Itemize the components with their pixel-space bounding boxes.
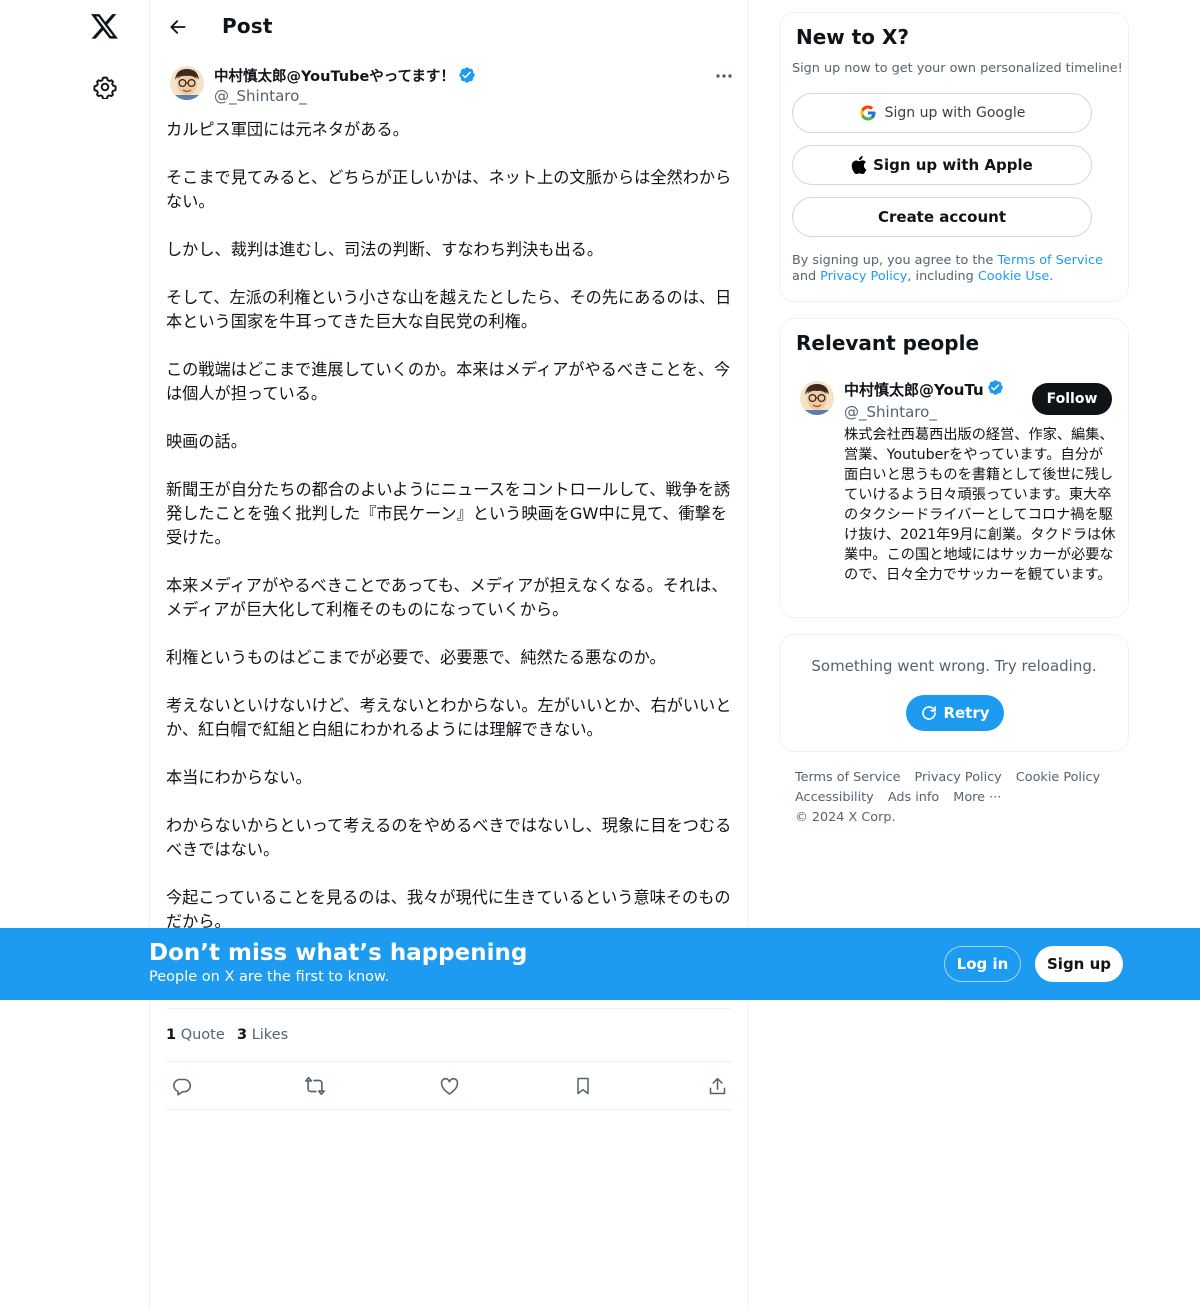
bookmark-icon[interactable] bbox=[571, 1074, 595, 1098]
person-name-text: 中村慎太郎@YouTube bbox=[844, 381, 985, 399]
signup-google-button[interactable]: Sign up with Google bbox=[792, 93, 1092, 133]
top-bar: Post bbox=[150, 0, 748, 54]
post-paragraph: 考えないといけないけど、考えないとわからない。左がいいとか、右がいいとか、紅白帽… bbox=[166, 696, 732, 739]
post-paragraph: 本当にわからない。 bbox=[166, 768, 312, 787]
post-paragraph: この戦端はどこまで進展していくのか。本来はメディアがやるべきことを、今は個人が担… bbox=[166, 360, 731, 403]
banner-subtitle: People on X are the first to know. bbox=[149, 969, 390, 985]
reply-icon[interactable] bbox=[169, 1074, 193, 1098]
post-paragraph: 今起こっていることを見るのは、我々が現代に生きているという意味そのものだから。 bbox=[166, 888, 731, 928]
login-button[interactable]: Log in bbox=[944, 946, 1021, 982]
create-account-button[interactable]: Create account bbox=[792, 197, 1092, 237]
footer-link-more[interactable]: More ··· bbox=[953, 788, 1001, 808]
footer-link-privacy[interactable]: Privacy Policy bbox=[915, 768, 1002, 788]
relevant-people-card: Relevant people 中村慎太郎@YouTube @_Shintaro… bbox=[779, 318, 1129, 618]
banner-title: Don’t miss what’s happening bbox=[149, 940, 528, 966]
page-title: Post bbox=[222, 14, 273, 38]
likes-label: Likes bbox=[251, 1027, 289, 1043]
more-options-icon[interactable] bbox=[710, 64, 738, 88]
person-handle[interactable]: @_Shintaro_ bbox=[844, 403, 937, 421]
cookie-use-link[interactable]: Cookie Use bbox=[978, 269, 1049, 284]
post-text: カルピス軍団には元ネタがある。 そこまで見てみると、どちらが正しいかは、ネット上… bbox=[166, 118, 736, 928]
post-paragraph: 本来メディアがやるべきことであっても、メディアが担えなくなる。それは、メディアが… bbox=[166, 576, 728, 619]
person-name[interactable]: 中村慎太郎@YouTube bbox=[844, 379, 1004, 400]
create-account-label: Create account bbox=[877, 208, 1006, 226]
main-column: Post 中村慎太郎@YouTubeやってます！ @_Shintaro_ カルピ bbox=[149, 0, 749, 1310]
left-nav bbox=[0, 0, 150, 1310]
retry-label: Retry bbox=[943, 704, 990, 722]
x-logo-icon[interactable] bbox=[88, 10, 122, 44]
quotes-stat[interactable]: 1 Quote bbox=[166, 1027, 225, 1043]
signup-card: New to X? Sign up now to get your own pe… bbox=[779, 12, 1129, 302]
google-icon bbox=[859, 104, 877, 122]
post-actions bbox=[166, 1062, 732, 1110]
relevant-people-title: Relevant people bbox=[796, 331, 980, 355]
legal-including: , including bbox=[907, 269, 978, 284]
author-handle[interactable]: @_Shintaro_ bbox=[214, 87, 307, 105]
error-message: Something went wrong. Try reloading. bbox=[811, 657, 1097, 675]
likes-stat[interactable]: 3 Likes bbox=[237, 1027, 288, 1043]
like-icon[interactable] bbox=[437, 1074, 461, 1098]
terms-link[interactable]: Terms of Service bbox=[997, 253, 1102, 268]
post-paragraph: 映画の話。 bbox=[166, 432, 247, 451]
footer-link-accessibility[interactable]: Accessibility bbox=[795, 788, 874, 808]
avatar[interactable] bbox=[170, 66, 204, 100]
repost-icon[interactable] bbox=[303, 1074, 327, 1098]
footer-copyright: © 2024 X Corp. bbox=[795, 810, 896, 825]
signup-button[interactable]: Sign up bbox=[1035, 946, 1123, 982]
post-paragraph: そこまで見てみると、どちらが正しいかは、ネット上の文脈からは全然わからない。 bbox=[166, 168, 732, 211]
signup-google-label: Sign up with Google bbox=[884, 105, 1026, 121]
post-stats: 1 Quote 3 Likes bbox=[166, 1008, 732, 1062]
footer-links: Terms of Service Privacy Policy Cookie P… bbox=[795, 768, 1125, 828]
signup-card-title: New to X? bbox=[796, 25, 910, 49]
post-paragraph: 利権というものはどこまでが必要で、必要悪で、純然たる悪なのか。 bbox=[166, 648, 666, 667]
signup-apple-button[interactable]: Sign up with Apple bbox=[792, 145, 1092, 185]
footer-link-cookie[interactable]: Cookie Policy bbox=[1016, 768, 1100, 788]
footer-link-ads[interactable]: Ads info bbox=[888, 788, 939, 808]
author-name-text[interactable]: 中村慎太郎@YouTubeやってます！ bbox=[214, 69, 455, 85]
back-arrow-icon[interactable] bbox=[164, 13, 192, 41]
follow-button[interactable]: Follow bbox=[1032, 383, 1112, 415]
signup-apple-label: Sign up with Apple bbox=[873, 156, 1033, 174]
avatar[interactable] bbox=[800, 381, 834, 415]
legal-prefix: By signing up, you agree to the bbox=[792, 253, 998, 268]
quotes-count: 1 bbox=[166, 1027, 177, 1043]
share-icon[interactable] bbox=[705, 1074, 729, 1098]
post-paragraph: 新聞王が自分たちの都合のよいようにニュースをコントロールして、戦争を誘発したこと… bbox=[166, 480, 731, 547]
signup-card-subtitle: Sign up now to get your own personalized… bbox=[792, 61, 1123, 76]
author-name[interactable]: 中村慎太郎@YouTubeやってます！ bbox=[214, 65, 476, 88]
gear-icon[interactable] bbox=[90, 72, 120, 102]
verified-badge-icon bbox=[987, 379, 1004, 400]
post-paragraph: カルピス軍団には元ネタがある。 bbox=[166, 120, 409, 139]
login-banner: Don’t miss what’s happening People on X … bbox=[0, 928, 1200, 1000]
quotes-label: Quote bbox=[180, 1027, 225, 1043]
signup-legal-text: By signing up, you agree to the Terms of… bbox=[792, 253, 1122, 285]
verified-badge-icon bbox=[458, 66, 476, 88]
legal-and: and bbox=[792, 269, 821, 284]
post-author: 中村慎太郎@YouTubeやってます！ @_Shintaro_ bbox=[150, 62, 748, 110]
apple-icon bbox=[851, 156, 867, 174]
legal-end: . bbox=[1049, 269, 1054, 284]
post-paragraph: そして、左派の利権という小さな山を越えたとしたら、その先にあるのは、日本という国… bbox=[166, 288, 732, 331]
likes-count: 3 bbox=[237, 1027, 248, 1043]
privacy-link[interactable]: Privacy Policy bbox=[820, 269, 907, 284]
error-card: Something went wrong. Try reloading. Ret… bbox=[779, 634, 1129, 752]
post-paragraph: わからないからといって考えるのをやめるべきではないし、現象に目をつむるべきではな… bbox=[166, 816, 732, 859]
retry-button[interactable]: Retry bbox=[906, 695, 1004, 731]
refresh-icon bbox=[922, 706, 937, 720]
post-paragraph: しかし、裁判は進むし、司法の判断、すなわち判決も出る。 bbox=[166, 240, 604, 259]
person-bio: 株式会社西葛西出版の経営、作家、編集、営業、Youtuberをやっています。自分… bbox=[844, 427, 1116, 583]
footer-link-terms[interactable]: Terms of Service bbox=[795, 768, 900, 788]
